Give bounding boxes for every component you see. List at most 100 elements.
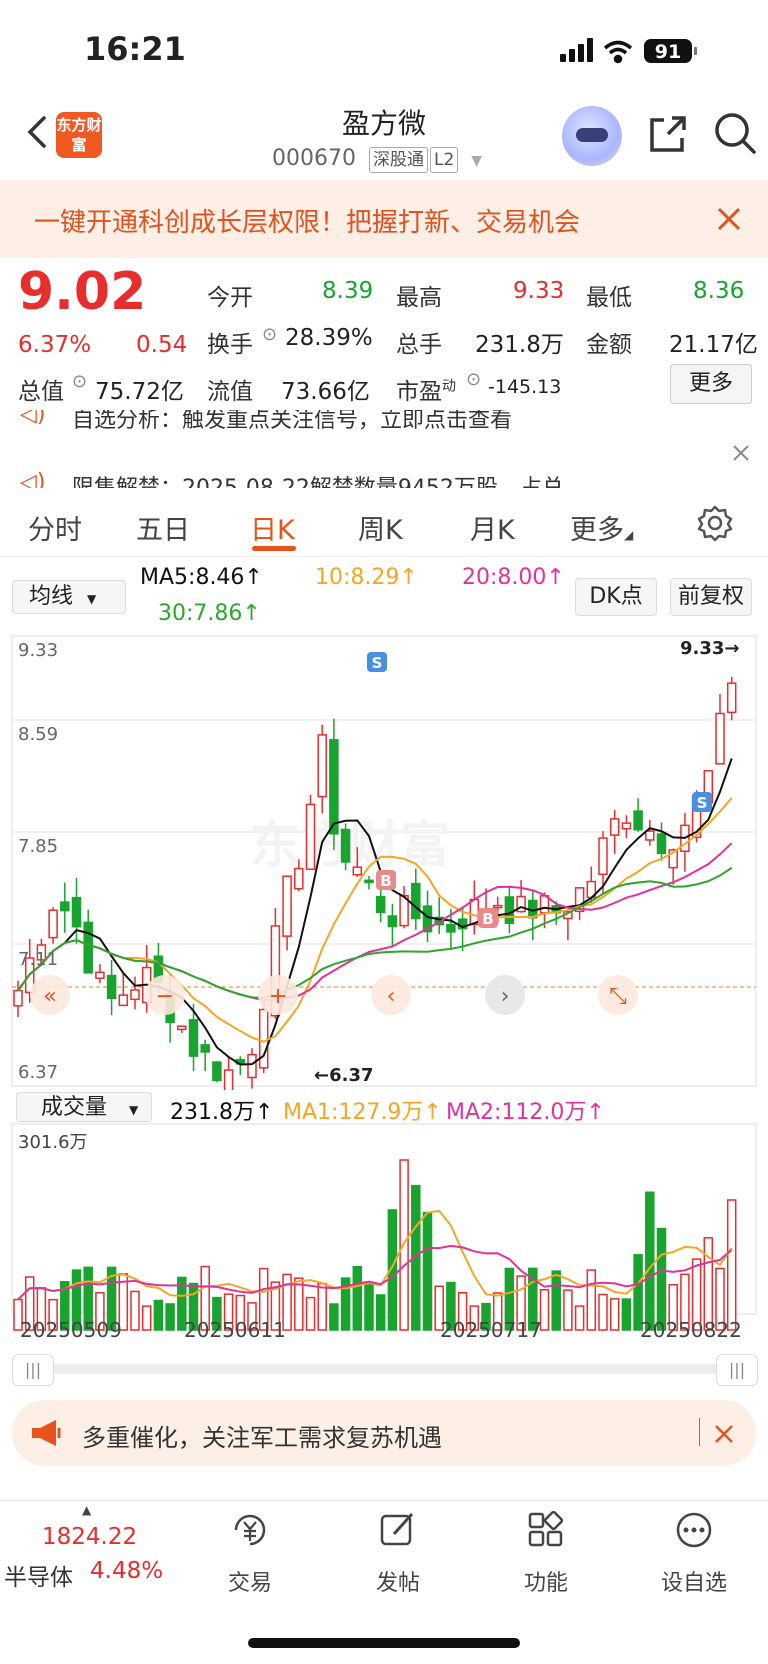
candle (656, 833, 667, 855)
gear-icon[interactable] (696, 504, 734, 542)
volume-bar (551, 1270, 561, 1331)
ma20-value: 20:8.00↑ (462, 565, 565, 590)
tab-daily-k[interactable]: 日K (250, 508, 295, 547)
post-icon[interactable] (378, 1510, 418, 1550)
candle (60, 901, 70, 912)
signal-marker-label: S (697, 794, 708, 812)
candle (258, 1008, 269, 1069)
assistant-avatar[interactable] (562, 106, 622, 166)
status-time: 16:21 (84, 30, 186, 68)
range-track[interactable] (12, 1364, 756, 1374)
nav-functions[interactable]: 功能 (491, 1565, 601, 1597)
wifi-icon (603, 40, 633, 64)
candle (305, 803, 316, 870)
date-label: 20250717 (440, 1318, 542, 1342)
caret-up-icon: ▲ (82, 1503, 92, 1517)
amount-label: 金额 (586, 332, 632, 358)
candle (633, 810, 643, 831)
info-icon[interactable]: ⊙ (72, 371, 87, 392)
max-marker: 9.33→ (680, 638, 740, 659)
turnover-value: 28.39% (285, 325, 373, 351)
notice-icon: ◁) (20, 410, 46, 427)
adjust-button[interactable]: 前复权 (670, 578, 752, 616)
volume-bar (130, 1290, 140, 1331)
more-dots-icon[interactable] (674, 1510, 714, 1550)
volume-bar (352, 1265, 363, 1331)
more-button[interactable]: 更多 (670, 364, 752, 404)
candle (106, 974, 117, 1000)
candle (118, 994, 129, 1007)
open-label: 今开 (207, 285, 253, 311)
candle (212, 1061, 222, 1082)
range-handle-left[interactable]: ||| (12, 1354, 54, 1386)
chart-nav-icon: › (501, 984, 510, 1009)
ma-selector[interactable]: 均线 ▼ (12, 580, 126, 614)
candle (13, 989, 23, 1007)
candle (223, 1069, 234, 1090)
nav-trade[interactable]: 交易 (195, 1565, 305, 1597)
candle (95, 971, 105, 979)
stock-code-row[interactable]: 000670 深股通 L2 ▼ (272, 146, 482, 173)
range-handle-right[interactable]: ||| (716, 1354, 758, 1386)
ma5-value: MA5:8.46↑ (140, 565, 263, 590)
chart-nav-icon: + (269, 984, 287, 1009)
candle (715, 712, 725, 765)
info-icon[interactable]: ⊙ (466, 369, 481, 390)
volume-bar (621, 1298, 632, 1331)
tab-monthly-k[interactable]: 月K (470, 508, 515, 547)
candle (645, 830, 655, 841)
ma5-line (17, 758, 733, 1066)
share-icon[interactable] (646, 112, 690, 156)
active-tab-indicator (252, 546, 296, 551)
kline-chart[interactable]: 东方财富SBBS«−+‹›⤡ (0, 630, 768, 1090)
search-icon[interactable] (712, 110, 758, 156)
trade-icon[interactable] (230, 1510, 270, 1550)
pe-label: 市盈动 (396, 378, 456, 405)
tab-five-day[interactable]: 五日 (136, 508, 190, 547)
date-label: 20250822 (640, 1318, 742, 1342)
last-price: 9.02 (18, 262, 147, 322)
signal-marker-label: S (372, 654, 383, 672)
nav-post[interactable]: 发帖 (343, 1565, 453, 1597)
candle (621, 822, 632, 830)
close-icon[interactable] (714, 1424, 734, 1444)
ma10-value: 10:8.29↑ (315, 565, 418, 590)
index-name[interactable]: 半导体 (4, 1558, 73, 1592)
change-pct: 6.37% (18, 332, 92, 358)
notice-item[interactable]: 自选分析：触发重点关注信号，立即点击查看 (72, 410, 512, 434)
close-icon[interactable] (732, 444, 750, 462)
divider (699, 1418, 700, 1446)
nav-add-watchlist[interactable]: 设自选 (639, 1565, 749, 1597)
chart-nav-icon: ⤡ (609, 984, 627, 1009)
high-label: 最高 (396, 285, 442, 311)
index-value[interactable]: 1824.22 (42, 1524, 137, 1550)
tab-more[interactable]: 更多◢ (570, 508, 633, 547)
status-icons: 91 (560, 38, 697, 64)
candle (317, 734, 327, 798)
tag-l2: L2 (429, 147, 459, 173)
min-marker: ←6.37 (314, 1065, 374, 1086)
y-label: 9.33 (18, 640, 59, 661)
candle (446, 923, 456, 933)
candle (48, 909, 58, 939)
tab-weekly-k[interactable]: 周K (358, 508, 403, 547)
candle (340, 828, 351, 863)
candle (282, 875, 292, 937)
volume-bar (726, 1199, 737, 1331)
tab-intraday[interactable]: 分时 (28, 508, 82, 547)
info-icon[interactable]: ⊙ (262, 324, 277, 345)
volume-bar (574, 1305, 585, 1331)
candle (247, 1053, 257, 1079)
dk-point-button[interactable]: DK点 (575, 578, 657, 616)
close-icon[interactable] (716, 206, 742, 232)
candle (539, 895, 550, 914)
candle (598, 837, 608, 876)
date-label: 20250509 (20, 1318, 122, 1342)
mcap-value: 75.72亿 (95, 379, 184, 405)
mcap-label: 总值 (18, 379, 64, 405)
volume-selector[interactable]: 成交量 ▼ (16, 1092, 152, 1122)
candle (177, 1025, 187, 1031)
notice-area: ◁) 自选分析：触发重点关注信号，立即点击查看 ◁) 限售解禁：2025-08-… (0, 410, 768, 488)
notice-item[interactable]: 限售解禁：2025-08-22解禁数量9452万股，占总 (72, 470, 564, 488)
apps-icon[interactable] (526, 1510, 566, 1550)
